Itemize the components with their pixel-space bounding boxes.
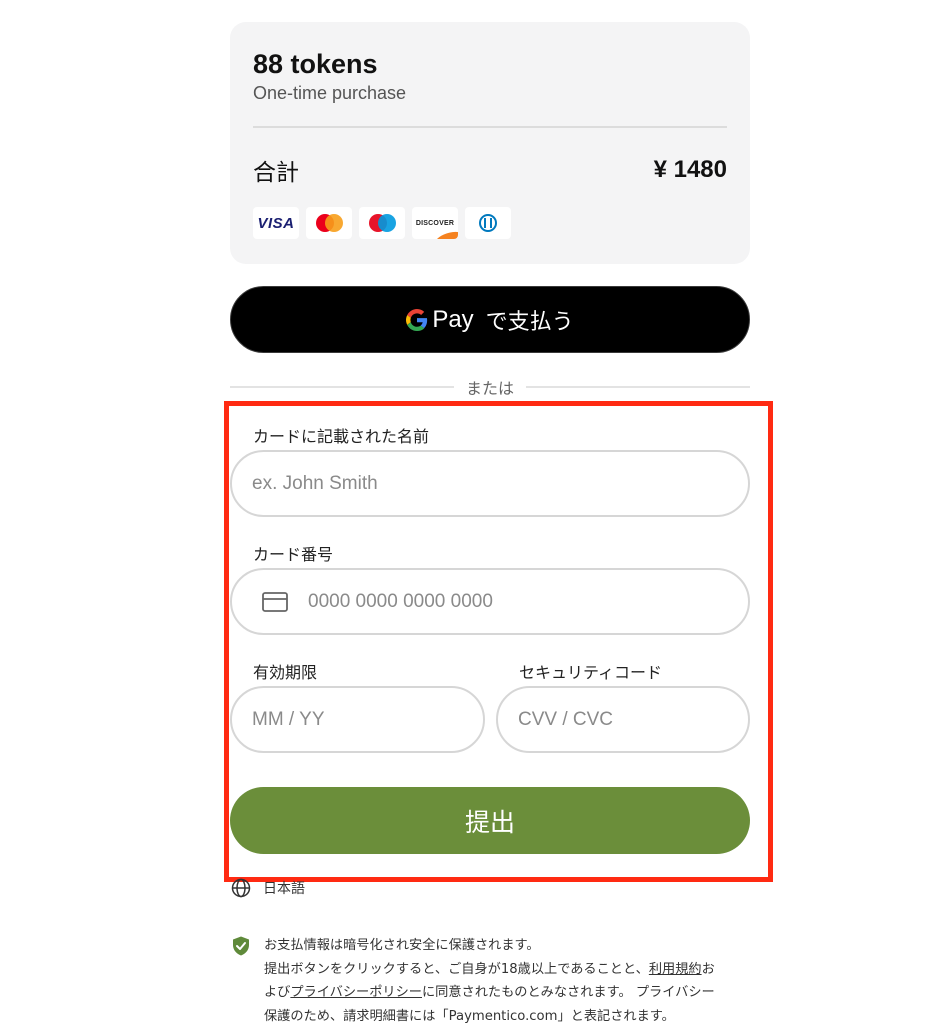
google-pay-logo: Pay — [406, 305, 474, 334]
product-subtitle: One-time purchase — [253, 83, 407, 103]
checkout-page: 88 tokens One-time purchase 合計 ¥ 1480 VI… — [0, 0, 948, 1024]
order-summary-card: 88 tokens One-time purchase 合計 ¥ 1480 VI… — [230, 22, 750, 264]
or-divider: または — [230, 376, 751, 398]
google-g-icon — [406, 308, 428, 331]
visa-logo-icon: VISA — [253, 207, 299, 239]
discover-logo-icon: DISCOVER — [412, 207, 458, 239]
maestro-logo-icon — [359, 207, 405, 239]
mastercard-logo-icon — [306, 207, 352, 239]
product-name: 88 tokens — [253, 49, 378, 79]
total-row: 合計 ¥ 1480 — [253, 154, 727, 186]
card-brand-logos: VISA DISCOVER — [253, 207, 727, 239]
or-divider-text: または — [466, 379, 515, 398]
gpay-pay-text: Pay — [432, 305, 474, 333]
security-text: お支払情報は暗号化され安全に保護されます。 提出ボタンをクリックすると、ご自身が… — [264, 934, 715, 1024]
security-line-1: お支払情報は暗号化され安全に保護されます。 — [264, 938, 540, 953]
language-selector[interactable]: 日本語 — [231, 878, 305, 898]
google-pay-button[interactable]: Pay で支払う — [230, 286, 750, 353]
privacy-policy-link[interactable]: プライバシーポリシー — [290, 985, 422, 1000]
globe-icon — [231, 878, 251, 898]
security-line-3: よびプライバシーポリシーに同意されたものとみなされます。 プライバシー — [264, 985, 715, 1000]
form-highlight-box — [224, 401, 773, 882]
gpay-label: で支払う — [485, 309, 574, 335]
security-notice: お支払情報は暗号化され安全に保護されます。 提出ボタンをクリックすると、ご自身が… — [232, 934, 752, 1024]
language-label: 日本語 — [263, 881, 305, 897]
diners-club-logo-icon — [465, 207, 511, 239]
terms-link[interactable]: 利用規約 — [649, 962, 702, 977]
summary-divider — [253, 126, 727, 128]
security-line-2: 提出ボタンをクリックすると、ご自身が18歳以上であることと、利用規約お — [264, 961, 715, 977]
security-line-4: 保護のため、請求明細書には「Paymentico.com」と表記されます。 — [264, 1008, 675, 1024]
shield-check-icon — [233, 936, 249, 956]
total-amount: ¥ 1480 — [653, 156, 727, 183]
total-label: 合計 — [253, 160, 299, 186]
